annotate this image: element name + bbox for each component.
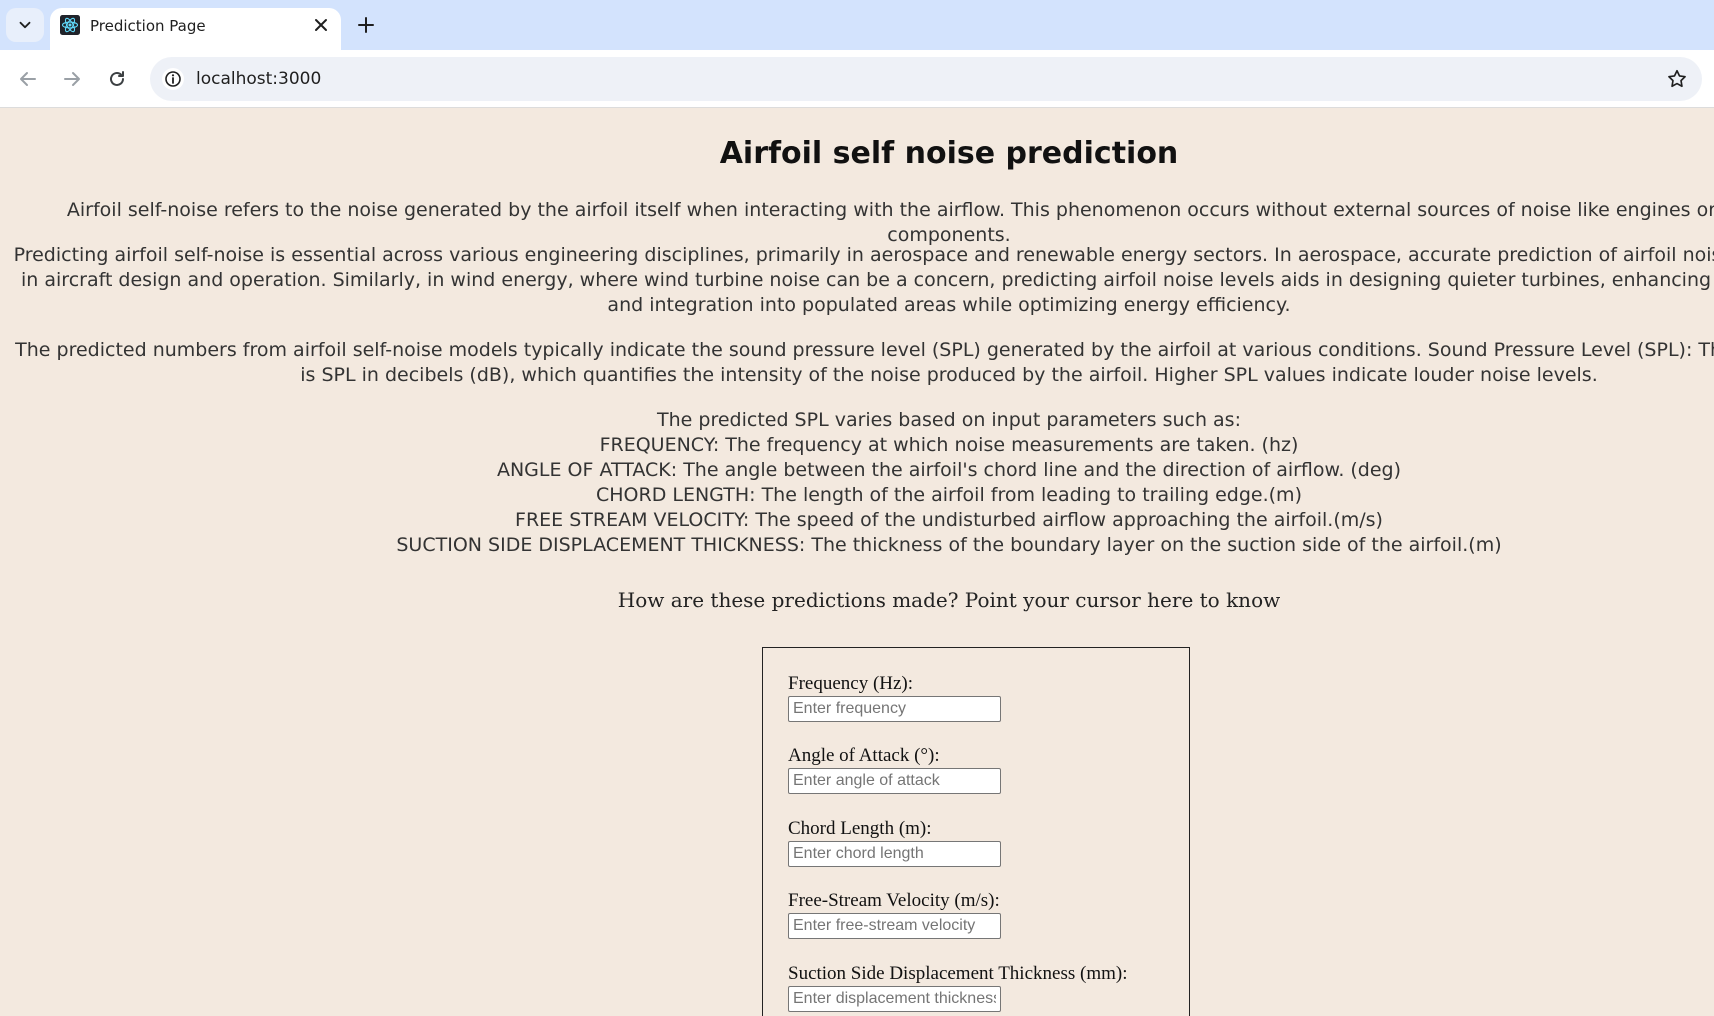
star-icon <box>1668 69 1686 88</box>
back-arrow-icon <box>20 72 36 86</box>
displacement-thickness-input[interactable] <box>788 986 1001 1012</box>
page-title: Airfoil self noise prediction <box>719 136 1179 171</box>
tab-search-button[interactable] <box>6 8 44 42</box>
parameter-angle-of-attack: ANGLE OF ATTACK: The angle between the a… <box>496 459 1402 481</box>
parameter-displacement-thickness: SUCTION SIDE DISPLACEMENT THICKNESS: The… <box>396 534 1502 556</box>
angle-of-attack-input[interactable] <box>788 768 1001 794</box>
tab-title: Prediction Page <box>90 17 206 35</box>
forward-arrow-icon <box>64 72 80 86</box>
displacement-thickness-label: Suction Side Displacement Thickness (mm)… <box>788 963 1128 984</box>
prediction-form: Frequency (Hz): Angle of Attack (°): Cho… <box>762 647 1190 1016</box>
chord-length-input[interactable] <box>788 841 1001 867</box>
back-button[interactable] <box>14 65 42 93</box>
site-info-button[interactable] <box>162 68 184 90</box>
angle-of-attack-label: Angle of Attack (°): <box>788 745 940 766</box>
page-content: Airfoil self noise prediction Airfoil se… <box>0 109 1714 1016</box>
browser-toolbar: localhost:3000 <box>0 50 1714 108</box>
info-icon <box>165 71 181 87</box>
close-icon <box>315 19 327 31</box>
parameter-free-stream-velocity: FREE STREAM VELOCITY: The speed of the u… <box>515 509 1383 531</box>
reload-button[interactable] <box>103 65 131 93</box>
new-tab-button[interactable] <box>354 13 378 37</box>
plus-icon <box>358 17 374 33</box>
parameter-frequency: FREQUENCY: The frequency at which noise … <box>599 434 1299 456</box>
tab-close-button[interactable] <box>310 14 332 36</box>
reload-icon <box>110 71 124 86</box>
importance-paragraph: Predicting airfoil self-noise is essenti… <box>13 244 1714 316</box>
parameter-chord-length: CHORD LENGTH: The length of the airfoil … <box>596 484 1302 506</box>
address-bar[interactable]: localhost:3000 <box>150 57 1702 101</box>
free-stream-velocity-input[interactable] <box>788 913 1001 939</box>
chevron-down-icon <box>19 21 31 29</box>
active-tab[interactable]: Prediction Page <box>50 8 341 50</box>
tab-strip: Prediction Page <box>0 0 1714 50</box>
intro-paragraph: Airfoil self-noise refers to the noise g… <box>66 199 1714 246</box>
bookmark-button[interactable] <box>1666 68 1688 90</box>
free-stream-velocity-label: Free-Stream Velocity (m/s): <box>788 890 1000 911</box>
react-icon <box>60 15 80 35</box>
how-predictions-hover-link[interactable]: How are these predictions made? Point yo… <box>0 588 1714 612</box>
frequency-input[interactable] <box>788 696 1001 722</box>
parameters-intro: The predicted SPL varies based on input … <box>657 409 1241 431</box>
spl-paragraph: The predicted numbers from airfoil self-… <box>15 339 1714 386</box>
parameters-list: The predicted SPL varies based on input … <box>0 408 1714 558</box>
url-text: localhost:3000 <box>196 69 322 89</box>
chord-length-label: Chord Length (m): <box>788 818 932 839</box>
forward-button[interactable] <box>58 65 86 93</box>
frequency-label: Frequency (Hz): <box>788 673 914 694</box>
